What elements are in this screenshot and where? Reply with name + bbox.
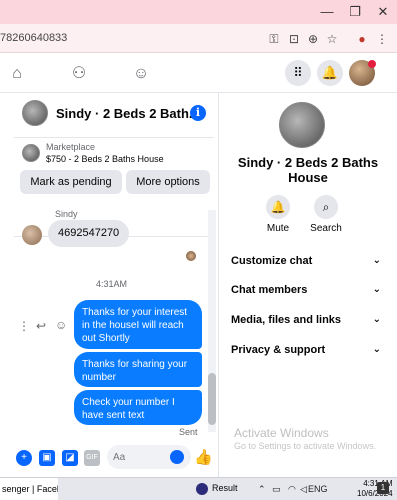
privacy-support-row[interactable]: Privacy & support ⌄ (231, 340, 381, 360)
chat-details-panel: Sindy · 2 Beds 2 Baths House 🔔 Mute ⌕ Se… (219, 93, 397, 477)
scrollbar-thumb[interactable] (208, 373, 216, 425)
gif-icon[interactable]: GIF (84, 450, 100, 466)
minimize-icon[interactable]: — (318, 4, 336, 20)
facebook-nav: ⌂ ⚇ ☺ ⠿ 🔔 (0, 53, 397, 93)
groups-icon[interactable]: ☺ (130, 63, 152, 85)
sticker-icon[interactable]: ◪ (62, 450, 78, 466)
chat-panel: Sindy · 2 Beds 2 Bath... i Marketplace $… (0, 93, 219, 477)
chevron-down-icon: ⌄ (372, 284, 381, 295)
emoji-icon[interactable] (170, 450, 184, 464)
result-icon (196, 483, 208, 495)
mark-pending-button[interactable]: Mark as pending (20, 170, 122, 194)
profile-icon[interactable]: ● (354, 31, 370, 47)
reply-icon[interactable]: ↩ (36, 319, 46, 333)
taskbar-messenger-tab[interactable]: senger | Faceboo... (0, 478, 58, 500)
like-icon[interactable]: 👍 (194, 448, 213, 466)
sender-avatar[interactable] (22, 225, 42, 245)
star-icon[interactable]: ☆ (324, 31, 340, 47)
screencast-icon[interactable]: ⊡ (286, 31, 302, 47)
mute-label[interactable]: Mute (258, 223, 298, 234)
section-label: Customize chat (231, 255, 313, 267)
image-icon[interactable]: ▣ (39, 450, 55, 466)
more-options-button[interactable]: More options (126, 170, 210, 194)
url-text[interactable]: 78260640833 (0, 32, 67, 44)
chevron-down-icon: ⌄ (372, 314, 381, 325)
listing-thumbnail (22, 100, 48, 126)
wifi-icon[interactable]: ◠ (288, 484, 296, 495)
address-bar[interactable]: 78260640833 ⚿ ⊡ ⊕ ☆ ● ⋮ (0, 24, 397, 53)
activate-windows-title: Activate Windows (234, 426, 329, 440)
home-icon[interactable]: ⌂ (6, 63, 28, 85)
language-label[interactable]: ENG (308, 484, 328, 494)
react-icon[interactable]: ☺ (55, 318, 67, 332)
menu-grid-icon[interactable]: ⠿ (285, 60, 311, 86)
browser-title-bar: — ❐ ✕ (0, 0, 397, 24)
outgoing-message[interactable]: Thanks for sharing your number (74, 352, 202, 387)
marketplace-label: Marketplace (46, 142, 96, 152)
tray-chevron-icon[interactable]: ⌃ (258, 484, 266, 495)
network-icon[interactable]: ▭ (272, 484, 281, 495)
outgoing-message[interactable]: Thanks for your interest in the houseI w… (74, 300, 202, 349)
seen-avatar (186, 251, 196, 261)
listing-title[interactable]: $750 - 2 Beds 2 Baths House (46, 154, 164, 164)
notification-center-icon[interactable]: 1 (377, 482, 389, 494)
conversation-photo (279, 102, 325, 148)
info-icon[interactable]: i (190, 105, 206, 121)
key-icon[interactable]: ⚿ (266, 31, 282, 47)
activate-windows-subtitle: Go to Settings to activate Windows. (234, 441, 377, 451)
search-icon[interactable]: ⌕ (314, 195, 338, 219)
taskbar: senger | Faceboo... Result ⌃ ▭ ◠ ◁ ENG 4… (0, 477, 397, 500)
chevron-down-icon: ⌄ (372, 344, 381, 355)
close-icon[interactable]: ✕ (374, 4, 392, 20)
sent-status: Sent (179, 427, 198, 437)
message-timestamp: 4:31AM (96, 279, 128, 289)
chevron-down-icon: ⌄ (372, 255, 381, 266)
chat-header-title: Sindy · 2 Beds 2 Bath... (56, 106, 200, 121)
media-files-row[interactable]: Media, files and links ⌄ (231, 310, 381, 330)
more-icon[interactable]: ⋮ (18, 319, 30, 333)
notifications-icon[interactable]: 🔔 (317, 60, 343, 86)
section-label: Media, files and links (231, 314, 342, 326)
bell-icon[interactable]: 🔔 (266, 195, 290, 219)
search-label[interactable]: Search (306, 223, 346, 234)
zoom-icon[interactable]: ⊕ (305, 31, 321, 47)
listing-small-thumbnail (22, 144, 40, 162)
sender-name: Sindy (55, 209, 78, 219)
customize-chat-row[interactable]: Customize chat ⌄ (231, 251, 381, 271)
restore-icon[interactable]: ❐ (346, 4, 364, 20)
incoming-message[interactable]: 4692547270 (48, 220, 130, 247)
conversation-title: Sindy · 2 Beds 2 Baths House (237, 155, 379, 185)
friends-icon[interactable]: ⚇ (68, 63, 90, 85)
menu-icon[interactable]: ⋮ (374, 31, 390, 47)
message-composer: + ▣ ◪ GIF 👍 (0, 442, 219, 475)
chat-header[interactable]: Sindy · 2 Beds 2 Bath... i (14, 98, 214, 130)
section-label: Privacy & support (231, 344, 326, 356)
outgoing-message[interactable]: Check your number I have sent text (74, 390, 202, 425)
result-label[interactable]: Result (212, 483, 238, 493)
chat-members-row[interactable]: Chat members ⌄ (231, 280, 381, 300)
volume-icon[interactable]: ◁ (300, 484, 307, 495)
section-label: Chat members (231, 284, 308, 296)
plus-icon[interactable]: + (16, 450, 32, 466)
notification-dot (368, 60, 376, 68)
